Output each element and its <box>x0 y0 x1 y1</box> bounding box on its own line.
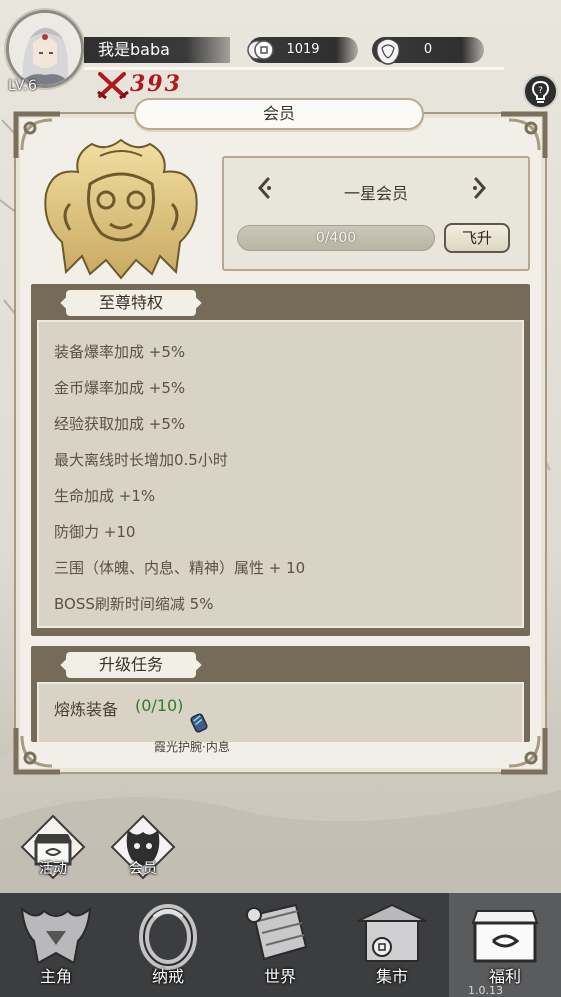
ring-icon <box>139 904 197 970</box>
nav-label: 纳戒 <box>151 967 184 986</box>
privilege-item: 三围（体魄、内息、精神）属性 + 10 <box>54 559 306 577</box>
scroll-icon <box>246 903 308 961</box>
svg-text:?: ? <box>538 86 543 96</box>
privilege-item: 防御力 +10 <box>54 523 136 541</box>
vip-tier-box: 一星会员 <box>222 156 530 271</box>
player-level: LV.6 <box>8 78 38 94</box>
privilege-item: 生命加成 +1% <box>54 487 156 505</box>
lightbulb-icon: ? <box>531 80 550 103</box>
nav-tab-welfare[interactable]: 福利 <box>449 893 561 997</box>
coin-icon <box>244 32 280 68</box>
activity-label: 活动 <box>39 861 67 877</box>
bottom-navigation: 主角 纳戒 世界 集市 福利 <box>0 893 561 997</box>
vip-crest-icon <box>44 138 198 280</box>
nav-label: 集市 <box>375 967 408 986</box>
player-avatar[interactable] <box>6 10 84 88</box>
vip-label: 会员 <box>129 861 157 877</box>
experience-bar <box>84 67 504 70</box>
nav-label: 福利 <box>488 967 521 986</box>
privilege-item: BOSS刷新时间缩减 5% <box>54 595 214 613</box>
nav-tab-world[interactable]: 世界 <box>224 893 336 997</box>
vip-progress-bar: 0/400 <box>237 225 435 251</box>
combat-power: 393 <box>130 71 182 97</box>
upgrade-tasks-header: 升级任务 <box>66 652 196 678</box>
market-pavilion-icon <box>357 903 427 962</box>
task-name: 熔炼装备 <box>54 700 119 719</box>
treasure-chest-icon <box>471 910 539 963</box>
hint-button[interactable]: ? <box>523 74 558 109</box>
panel-title: 会员 <box>134 98 424 130</box>
crossed-swords-icon <box>97 72 129 100</box>
privileges-list <box>37 320 524 628</box>
version-label: 1.0.13 <box>468 984 503 997</box>
nav-tab-hero[interactable]: 主角 <box>0 893 112 997</box>
task-progress: (0/10) <box>135 696 184 715</box>
privilege-item: 装备爆率加成 +5% <box>54 343 186 361</box>
previous-tier-arrow-icon[interactable] <box>254 176 276 200</box>
player-name: 我是baba <box>84 37 230 63</box>
privileges-header: 至尊特权 <box>66 290 196 316</box>
privilege-item: 经验获取加成 +5% <box>54 415 186 433</box>
nav-label: 世界 <box>263 967 296 986</box>
nav-tab-ring[interactable]: 纳戒 <box>112 893 224 997</box>
jade-icon <box>370 32 406 68</box>
bracer-item-icon[interactable] <box>188 712 210 734</box>
privilege-item: 金币爆率加成 +5% <box>54 379 186 397</box>
nav-label: 主角 <box>39 967 72 986</box>
ascend-button[interactable]: 飞升 <box>444 223 510 253</box>
reward-item-name: 霞光护腕·内息 <box>154 740 230 754</box>
vip-progress-text: 0/400 <box>315 230 357 246</box>
privilege-item: 最大离线时长增加0.5小时 <box>54 451 228 469</box>
next-tier-arrow-icon[interactable] <box>468 176 490 200</box>
helmet-icon <box>20 906 92 965</box>
nav-tab-market[interactable]: 集市 <box>336 893 448 997</box>
corner-ornament-icon <box>501 111 548 158</box>
